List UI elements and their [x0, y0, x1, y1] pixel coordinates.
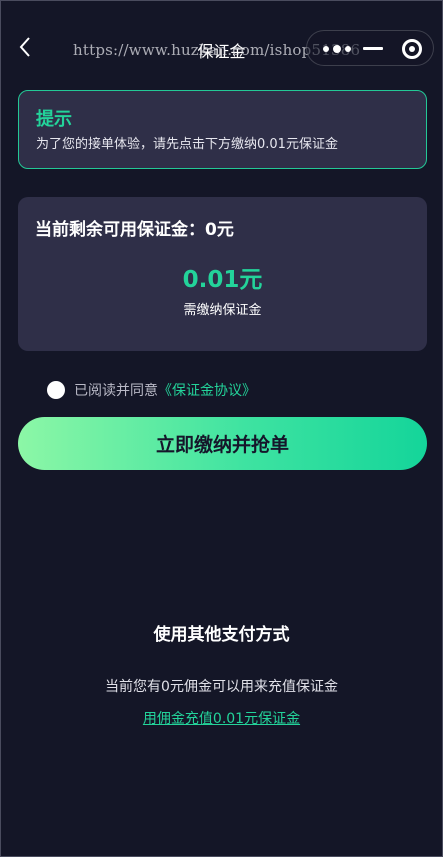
agreement-row: 已阅读并同意 《保证金协议》: [47, 380, 256, 400]
agreement-link[interactable]: 《保证金协议》: [158, 380, 256, 400]
agree-radio[interactable]: [47, 381, 65, 399]
minimize-icon[interactable]: [363, 47, 383, 50]
pay-and-grab-button[interactable]: 立即缴纳并抢单: [18, 417, 427, 470]
other-payment-title: 使用其他支付方式: [153, 625, 290, 645]
deposit-amount: 0.01元: [182, 267, 263, 293]
tip-text: 为了您的接单体验，请先点击下方缴纳0.01元保证金: [36, 137, 338, 152]
tip-title: 提示: [36, 109, 72, 130]
deposit-card: 当前剩余可用保证金：0元 0.01元 需缴纳保证金: [18, 197, 427, 351]
deposit-amount-label: 需缴纳保证金: [183, 303, 262, 318]
more-icon[interactable]: [323, 45, 351, 53]
other-payment-description: 当前您有0元佣金可以用来充值保证金: [105, 679, 338, 695]
commission-recharge-link[interactable]: 用佣金充值0.01元保证金: [0, 708, 443, 728]
agreement-label: 已阅读并同意: [74, 383, 158, 399]
mini-program-capsule: [306, 30, 434, 66]
available-deposit: 当前剩余可用保证金：0元: [35, 220, 234, 240]
top-nav-bar: 保证金 https://www.huzkan.com/ishop51386: [0, 0, 443, 96]
tip-box: 提示 为了您的接单体验，请先点击下方缴纳0.01元保证金: [18, 90, 427, 169]
close-icon[interactable]: [402, 39, 422, 59]
